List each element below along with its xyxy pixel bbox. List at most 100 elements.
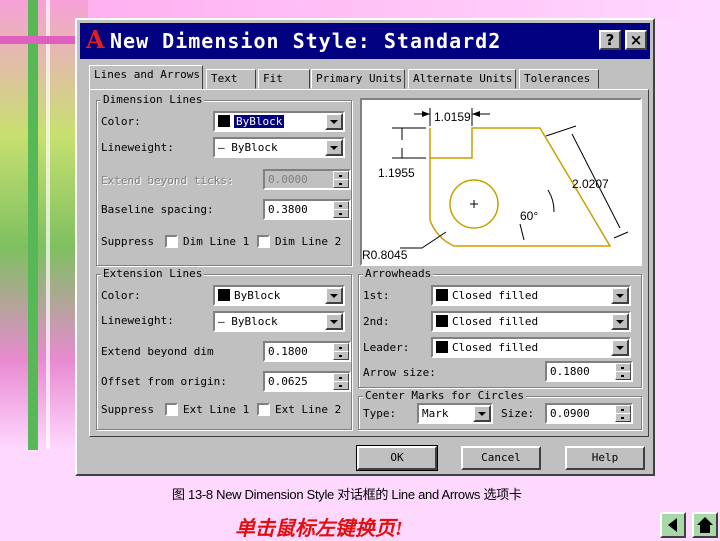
- color-label: Color:: [101, 289, 141, 302]
- dim-lineweight-select[interactable]: — ByBlock: [213, 137, 345, 158]
- top-dimension-text: 1.0159: [434, 110, 471, 124]
- extend-beyond-dim-stepper[interactable]: 0.1800: [263, 341, 351, 362]
- chevron-down-icon[interactable]: [325, 113, 343, 130]
- baseline-spacing-value: 0.3800: [268, 203, 308, 216]
- second-arrow-value: Closed filled: [452, 315, 539, 328]
- first-arrow-value: Closed filled: [452, 289, 539, 302]
- stepper-down-icon[interactable]: [615, 413, 631, 422]
- chevron-down-icon[interactable]: [611, 313, 629, 330]
- lineweight-label: Lineweight:: [101, 314, 174, 327]
- figure-caption: 图 13-8 New Dimension Style 对话框的 Line and…: [172, 487, 522, 502]
- stepper-down-icon[interactable]: [615, 371, 631, 380]
- radius-leader: [400, 231, 447, 249]
- center-mark-type-label: Type:: [363, 407, 397, 420]
- chevron-down-icon[interactable]: [325, 139, 343, 156]
- title-bar[interactable]: A New Dimension Style: Standard2 ? ×: [80, 23, 650, 59]
- dim-color-select[interactable]: ByBlock: [213, 111, 345, 132]
- stepper-down-icon[interactable]: [333, 179, 349, 188]
- center-mark-size-value: 0.0900: [550, 407, 590, 420]
- dimension-style-dialog: A New Dimension Style: Standard2 ? × Lin…: [75, 18, 655, 476]
- ext-color-value: ByBlock: [234, 289, 281, 302]
- chevron-down-icon[interactable]: [611, 339, 629, 356]
- chevron-down-icon[interactable]: [325, 287, 343, 304]
- autocad-logo-icon: A: [86, 25, 105, 54]
- back-arrow-icon[interactable]: [660, 512, 686, 538]
- leader-arrow-label: Leader:: [363, 341, 410, 354]
- baseline-spacing-stepper[interactable]: 0.3800: [263, 199, 351, 220]
- cancel-button[interactable]: Cancel: [461, 446, 541, 470]
- stepper-down-icon[interactable]: [333, 351, 349, 360]
- second-arrow-select[interactable]: Closed filled: [431, 311, 631, 332]
- ext-lineweight-value: — ByBlock: [218, 315, 278, 328]
- ext-line-2-checkbox[interactable]: [257, 403, 270, 416]
- dim-line-1-label: Dim Line 1: [183, 235, 250, 248]
- stepper-down-icon[interactable]: [333, 381, 349, 390]
- dim-lineweight-value: — ByBlock: [218, 141, 278, 154]
- arrow-size-stepper[interactable]: 0.1800: [545, 361, 633, 382]
- dim-line-2-label: Dim Line 2: [275, 235, 342, 248]
- stepper-down-icon[interactable]: [333, 209, 349, 218]
- slide-decoration-bar: [46, 0, 50, 450]
- tab-tolerances[interactable]: Tolerances: [519, 69, 599, 89]
- tab-alternate-units[interactable]: Alternate Units: [408, 69, 516, 89]
- leader-arrow-select[interactable]: Closed filled: [431, 337, 631, 358]
- extend-beyond-ticks-label: Extend beyond ticks:: [101, 174, 234, 187]
- ext-line-1-label: Ext Line 1: [183, 403, 250, 416]
- arrowhead-icon: [436, 315, 448, 327]
- baseline-spacing-label: Baseline spacing:: [101, 203, 214, 216]
- center-mark-type-select[interactable]: Mark: [417, 403, 493, 424]
- center-mark-size-stepper[interactable]: 0.0900: [545, 403, 633, 424]
- chevron-down-icon[interactable]: [611, 287, 629, 304]
- arrow-size-label: Arrow size:: [363, 366, 436, 379]
- second-arrow-label: 2nd:: [363, 315, 390, 328]
- arrow-size-value: 0.1800: [550, 365, 590, 378]
- group-title: Center Marks for Circles: [363, 389, 526, 402]
- tab-text[interactable]: Text: [206, 69, 256, 89]
- arrowheads-group: Arrowheads 1st: Closed filled 2nd: Close…: [358, 267, 642, 388]
- suppress-label: Suppress: [101, 235, 154, 248]
- angle-arc: [547, 189, 555, 213]
- center-marks-group: Center Marks for Circles Type: Mark Size…: [358, 389, 642, 430]
- arrowhead-icon: [436, 341, 448, 353]
- right-dimension-text: 2.0207: [572, 177, 609, 191]
- center-mark: [470, 200, 478, 208]
- suppress-label: Suppress: [101, 403, 154, 416]
- group-title: Extension Lines: [101, 267, 205, 280]
- help-title-button[interactable]: ?: [599, 30, 621, 50]
- angle-leader: [519, 223, 525, 241]
- ext-lineweight-select[interactable]: — ByBlock: [213, 311, 345, 332]
- tab-fit[interactable]: Fit: [258, 69, 310, 89]
- dim-line-1-checkbox[interactable]: [165, 235, 178, 248]
- chevron-down-icon[interactable]: [473, 405, 491, 422]
- dimension-preview: 1.0159 1.1955 2.0207 60° R0.8045: [360, 98, 642, 266]
- help-button[interactable]: Help: [565, 446, 645, 470]
- tab-lines-and-arrows[interactable]: Lines and Arrows: [89, 65, 203, 89]
- arrowhead-icon: [436, 289, 448, 301]
- offset-from-origin-value: 0.0625: [268, 375, 308, 388]
- ext-line-2-label: Ext Line 2: [275, 403, 342, 416]
- group-title: Dimension Lines: [101, 93, 205, 106]
- tab-primary-units[interactable]: Primary Units: [311, 69, 405, 89]
- extend-beyond-ticks-stepper[interactable]: 0.0000: [263, 169, 351, 190]
- color-swatch: [218, 289, 230, 301]
- dialog-title: New Dimension Style: Standard2: [110, 29, 502, 53]
- angle-text: 60°: [520, 209, 538, 223]
- nav-hint-text: 单击鼠标左键换页!: [235, 518, 403, 540]
- ext-line-1-checkbox[interactable]: [165, 403, 178, 416]
- dim-line-2-checkbox[interactable]: [257, 235, 270, 248]
- lines-and-arrows-panel: Dimension Lines Color: ByBlock Lineweigh…: [89, 89, 649, 437]
- first-arrow-select[interactable]: Closed filled: [431, 285, 631, 306]
- group-title: Arrowheads: [363, 267, 434, 280]
- first-arrow-label: 1st:: [363, 289, 390, 302]
- color-swatch: [218, 115, 230, 127]
- ext-color-select[interactable]: ByBlock: [213, 285, 345, 306]
- radius-text: R0.8045: [362, 248, 408, 262]
- slide-decoration-top: [88, 0, 720, 18]
- home-icon[interactable]: [692, 512, 718, 538]
- leader-arrow-value: Closed filled: [452, 341, 539, 354]
- chevron-down-icon[interactable]: [325, 313, 343, 330]
- extend-beyond-dim-value: 0.1800: [268, 345, 308, 358]
- close-button[interactable]: ×: [625, 30, 647, 50]
- offset-from-origin-stepper[interactable]: 0.0625: [263, 371, 351, 392]
- ok-button[interactable]: OK: [356, 445, 438, 471]
